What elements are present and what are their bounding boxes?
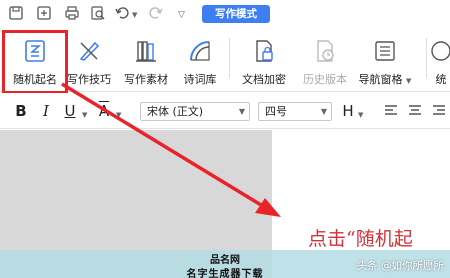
annotation-arrow <box>61 82 281 217</box>
watermark: 头条 @如你所愿所 <box>356 260 444 272</box>
